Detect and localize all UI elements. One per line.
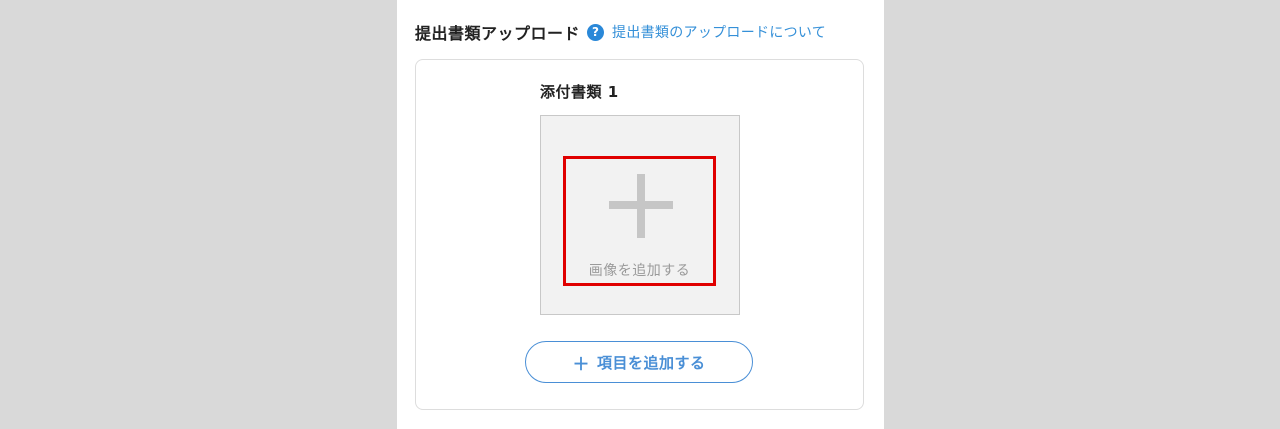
help-link[interactable]: 提出書類のアップロードについて bbox=[612, 22, 826, 42]
plus-icon bbox=[609, 174, 673, 238]
add-item-label: 項目を追加する bbox=[596, 353, 706, 372]
image-dropzone[interactable]: 画像を追加する bbox=[540, 115, 740, 315]
attachment-label: 添付書類 1 bbox=[540, 83, 619, 101]
add-image-label: 画像を追加する bbox=[588, 263, 691, 279]
question-circle-icon[interactable]: ? bbox=[587, 23, 605, 41]
upload-card: 添付書類 1 画像を追加する ＋ 項目を追加する bbox=[415, 59, 864, 410]
add-plus-icon: ＋ bbox=[572, 354, 590, 375]
add-item-button[interactable]: ＋ 項目を追加する bbox=[525, 341, 753, 383]
upload-panel: 提出書類アップロード ? 提出書類のアップロードについて 添付書類 1 画像を追… bbox=[397, 0, 884, 429]
section-header: 提出書類アップロード ? 提出書類のアップロードについて bbox=[415, 20, 826, 44]
section-title: 提出書類アップロード bbox=[415, 24, 581, 43]
add-image-highlight[interactable]: 画像を追加する bbox=[563, 156, 716, 286]
